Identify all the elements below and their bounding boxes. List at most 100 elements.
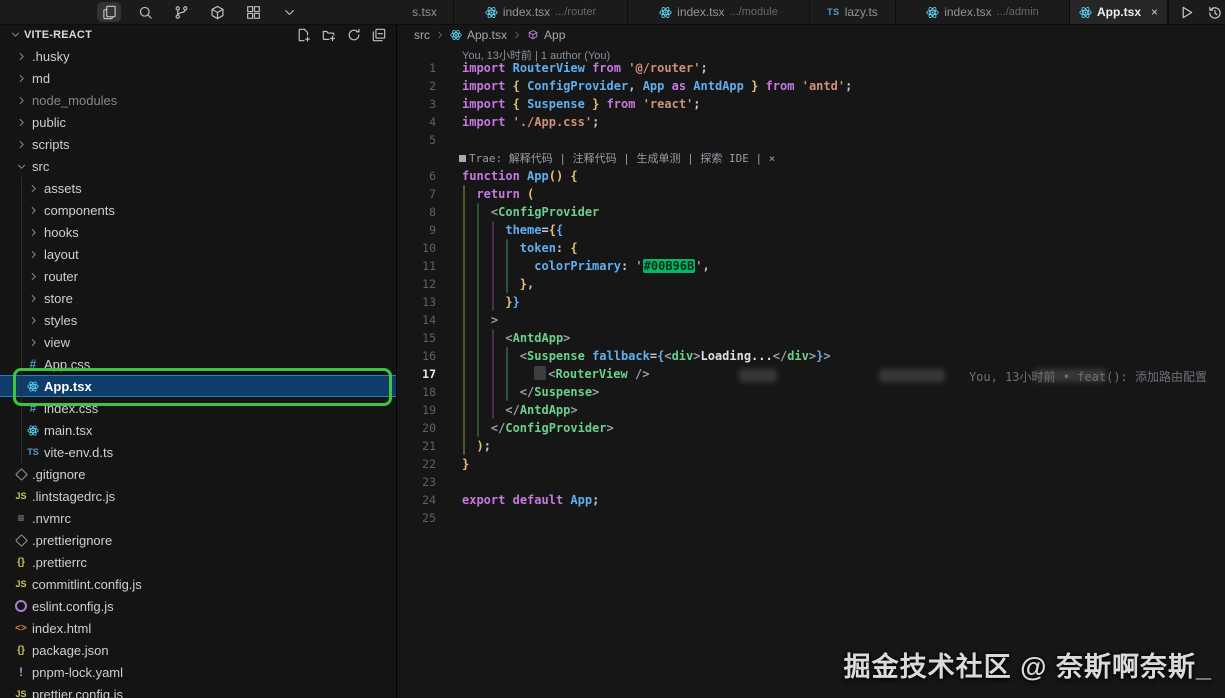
sidebar-item-styles[interactable]: styles [0, 309, 396, 331]
sidebar-item-md[interactable]: md [0, 67, 396, 89]
code-line-2[interactable]: 2import { ConfigProvider, App as AntdApp… [396, 77, 1225, 95]
sidebar-item-layout[interactable]: layout [0, 243, 396, 265]
line-number[interactable]: 21 [396, 439, 436, 453]
sidebar-item-pnpm-lock-yaml[interactable]: !pnpm-lock.yaml [0, 661, 396, 683]
sidebar-item-eslint-config-js[interactable]: eslint.config.js [0, 595, 396, 617]
code-line-16[interactable]: 16 <Suspense fallback={<div>Loading...</… [396, 347, 1225, 365]
sidebar-item-vite-env-d-ts[interactable]: TSvite-env.d.ts [0, 441, 396, 463]
code-line-20[interactable]: 20 </ConfigProvider> [396, 419, 1225, 437]
tab-lazy-ts[interactable]: TSlazy.ts [810, 0, 896, 24]
trae-codelens[interactable]: Trae: 解释代码 | 注释代码 | 生成单测 | 探索 IDE | × [396, 149, 1225, 167]
code-line-4[interactable]: 4import './App.css'; [396, 113, 1225, 131]
code-line-22[interactable]: 22} [396, 455, 1225, 473]
sidebar-item--prettierignore[interactable]: .prettierignore [0, 529, 396, 551]
line-number[interactable]: 16 [396, 349, 436, 363]
line-number[interactable]: 13 [396, 295, 436, 309]
line-number[interactable]: 19 [396, 403, 436, 417]
line-number[interactable]: 18 [396, 385, 436, 399]
sidebar-item-package-json[interactable]: {}package.json [0, 639, 396, 661]
source-control-icon[interactable] [169, 2, 193, 22]
line-number[interactable]: 12 [396, 277, 436, 291]
line-number[interactable]: 7 [396, 187, 436, 201]
code-line-24[interactable]: 24export default App; [396, 491, 1225, 509]
sidebar-item-prettier-config-js[interactable]: JSprettier.config.js [0, 683, 396, 698]
sidebar-item-src[interactable]: src [0, 155, 396, 177]
layout-grid-icon[interactable] [241, 2, 265, 22]
sidebar-item-node-modules[interactable]: node_modules [0, 89, 396, 111]
code-line-7[interactable]: 7 return ( [396, 185, 1225, 203]
code-line-23[interactable]: 23 [396, 473, 1225, 491]
line-number[interactable]: 5 [396, 133, 436, 147]
sidebar-item-assets[interactable]: assets [0, 177, 396, 199]
line-number[interactable]: 17 [396, 367, 436, 381]
code-line-6[interactable]: 6function App() { [396, 167, 1225, 185]
code-line-1[interactable]: 1import RouterView from '@/router'; [396, 59, 1225, 77]
line-number[interactable]: 1 [396, 61, 436, 75]
sidebar-item-public[interactable]: public [0, 111, 396, 133]
tab-index-tsx[interactable]: index.tsx.../module [628, 0, 810, 24]
sidebar-item-main-tsx[interactable]: main.tsx [0, 419, 396, 441]
line-number[interactable]: 9 [396, 223, 436, 237]
timeline-icon[interactable] [1207, 5, 1222, 20]
code-line-8[interactable]: 8 <ConfigProvider [396, 203, 1225, 221]
line-number[interactable]: 14 [396, 313, 436, 327]
code-line-15[interactable]: 15 <AntdApp> [396, 329, 1225, 347]
sidebar-item-index-html[interactable]: <>index.html [0, 617, 396, 639]
sidebar-item-commitlint-config-js[interactable]: JScommitlint.config.js [0, 573, 396, 595]
code-line-17[interactable]: 17 <RouterView /> [396, 365, 1225, 383]
sidebar-item--gitignore[interactable]: .gitignore [0, 463, 396, 485]
code-line-10[interactable]: 10 token: { [396, 239, 1225, 257]
breadcrumb-item[interactable]: App [544, 28, 565, 42]
run-icon[interactable] [1179, 5, 1194, 20]
line-number[interactable]: 8 [396, 205, 436, 219]
code-line-21[interactable]: 21 ); [396, 437, 1225, 455]
line-number[interactable]: 11 [396, 259, 436, 273]
search-icon[interactable] [133, 2, 157, 22]
line-number[interactable]: 20 [396, 421, 436, 435]
code-line-9[interactable]: 9 theme={{ [396, 221, 1225, 239]
code-line-11[interactable]: 11 colorPrimary: '#00B96B', [396, 257, 1225, 275]
line-number[interactable]: 4 [396, 115, 436, 129]
tab-s-tsx[interactable]: s.tsx [396, 0, 454, 24]
code-line-25[interactable]: 25 [396, 509, 1225, 527]
sidebar-item-scripts[interactable]: scripts [0, 133, 396, 155]
more-icon[interactable] [277, 2, 301, 22]
new-file-icon[interactable] [297, 28, 311, 42]
line-number[interactable]: 6 [396, 169, 436, 183]
sidebar-item--prettierrc[interactable]: {}.prettierrc [0, 551, 396, 573]
code-line-14[interactable]: 14 > [396, 311, 1225, 329]
sidebar-item--husky[interactable]: .husky [0, 45, 396, 67]
line-number[interactable]: 2 [396, 79, 436, 93]
tab-index-tsx[interactable]: index.tsx.../admin [896, 0, 1070, 24]
sidebar-item--lintstagedrc-js[interactable]: JS.lintstagedrc.js [0, 485, 396, 507]
breadcrumb-item[interactable]: App.tsx [467, 28, 507, 42]
code-line-5[interactable]: 5 [396, 131, 1225, 149]
code-line-13[interactable]: 13 }} [396, 293, 1225, 311]
breadcrumb-item[interactable]: src [414, 28, 430, 42]
tab-index-tsx[interactable]: index.tsx.../router [454, 0, 628, 24]
new-folder-icon[interactable] [322, 28, 336, 42]
line-number[interactable]: 24 [396, 493, 436, 507]
code-area[interactable]: 1import RouterView from '@/router';2impo… [396, 59, 1225, 527]
line-number[interactable]: 25 [396, 511, 436, 525]
code-line-12[interactable]: 12 }, [396, 275, 1225, 293]
line-number[interactable]: 15 [396, 331, 436, 345]
refresh-icon[interactable] [347, 28, 361, 42]
code-line-18[interactable]: 18 </Suspense> [396, 383, 1225, 401]
explorer-header[interactable]: VITE-REACT [0, 24, 396, 45]
explorer-icon[interactable] [97, 2, 121, 22]
line-number[interactable]: 22 [396, 457, 436, 471]
sidebar-item-hooks[interactable]: hooks [0, 221, 396, 243]
line-number[interactable]: 10 [396, 241, 436, 255]
line-number[interactable]: 23 [396, 475, 436, 489]
sidebar-item-router[interactable]: router [0, 265, 396, 287]
extensions-icon[interactable] [205, 2, 229, 22]
sidebar-item--nvmrc[interactable]: ≡.nvmrc [0, 507, 396, 529]
code-line-19[interactable]: 19 </AntdApp> [396, 401, 1225, 419]
collapse-all-icon[interactable] [372, 28, 386, 42]
code-line-3[interactable]: 3import { Suspense } from 'react'; [396, 95, 1225, 113]
sidebar-item-components[interactable]: components [0, 199, 396, 221]
tab-app-tsx[interactable]: App.tsx× [1070, 0, 1168, 24]
sidebar-item-store[interactable]: store [0, 287, 396, 309]
sidebar-item-view[interactable]: view [0, 331, 396, 353]
